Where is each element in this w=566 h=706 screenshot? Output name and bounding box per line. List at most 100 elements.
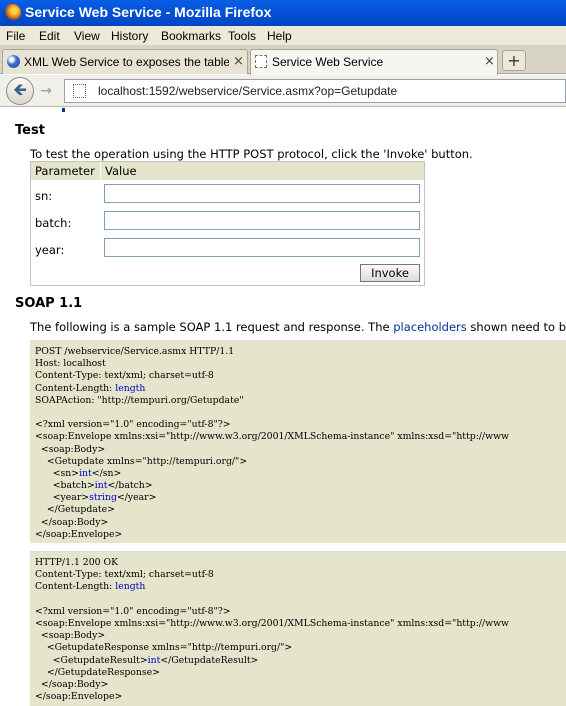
new-tab-button[interactable]: +: [502, 50, 526, 71]
code-text: <soap:Envelope xmlns:xsi="http://www.w3.…: [35, 431, 509, 443]
url-bar[interactable]: localhost:1592/webservice/Service.asmx?o…: [64, 79, 566, 103]
code-line: </soap:Envelope>: [35, 529, 566, 541]
scrolled-link-fragment: [62, 108, 65, 112]
code-text: </soap:Envelope>: [35, 528, 123, 540]
close-tab-icon[interactable]: ×: [233, 54, 244, 69]
code-line: </soap:Body>: [35, 679, 566, 691]
code-text: Content-Length:: [35, 382, 116, 394]
code-line: <GetupdateResult>int</GetupdateResult>: [35, 655, 566, 667]
code-text: </sn>: [91, 467, 122, 479]
soap-intro-text-end: shown need to be: [466, 320, 566, 334]
window-title: Service Web Service - Mozilla Firefox: [25, 4, 272, 20]
globe-icon: [7, 55, 20, 68]
code-text: Host: localhost: [35, 358, 106, 370]
code-line: POST /webservice/Service.asmx HTTP/1.1: [35, 346, 566, 358]
year-input[interactable]: [104, 238, 420, 257]
menu-tools[interactable]: Tools: [228, 29, 256, 43]
code-line: Content-Length: length: [35, 383, 566, 395]
test-intro: To test the operation using the HTTP POS…: [30, 147, 473, 161]
header-separator: [100, 162, 101, 180]
menu-file[interactable]: File: [6, 29, 25, 43]
code-text: <GetupdateResult>: [35, 654, 148, 666]
code-text: <batch>: [35, 480, 95, 492]
code-text: <soap:Envelope xmlns:xsi="http://www.w3.…: [35, 617, 509, 629]
code-text: </year>: [116, 492, 157, 504]
code-text: </batch>: [107, 480, 153, 492]
code-text: Content-Type: text/xml; charset=utf-8: [35, 569, 214, 581]
invoke-button[interactable]: Invoke: [360, 264, 420, 282]
param-batch-label: batch:: [35, 216, 72, 230]
forward-button[interactable]: →: [36, 82, 56, 100]
code-text: </soap:Envelope>: [35, 691, 123, 703]
code-line: </Getupdate>: [35, 504, 566, 516]
code-text: <year>: [35, 492, 90, 504]
code-text: Content-Length:: [35, 581, 116, 593]
close-tab-icon[interactable]: ×: [484, 54, 495, 69]
code-line: Content-Type: text/xml; charset=utf-8: [35, 370, 566, 382]
tab-service-web-service[interactable]: Service Web Service ×: [250, 49, 498, 75]
code-line: </GetupdateResponse>: [35, 667, 566, 679]
code-line: <year>string</year>: [35, 492, 566, 504]
code-line: <soap:Body>: [35, 444, 566, 456]
code-text: </GetupdateResponse>: [35, 666, 160, 678]
code-line: </soap:Body>: [35, 517, 566, 529]
tab-xml-web-service[interactable]: XML Web Service to exposes the table fr.…: [2, 49, 248, 74]
code-line: <GetupdateResponse xmlns="http://tempuri…: [35, 642, 566, 654]
sn-input[interactable]: [104, 184, 420, 203]
code-text: <soap:Body>: [35, 630, 106, 642]
code-text: Content-Type: text/xml; charset=utf-8: [35, 370, 214, 382]
placeholders-link[interactable]: placeholders: [393, 320, 467, 334]
menu-history[interactable]: History: [111, 29, 148, 43]
code-text: <GetupdateResponse xmlns="http://tempuri…: [35, 642, 293, 654]
menu-view[interactable]: View: [74, 29, 100, 43]
firefox-logo-icon: [4, 4, 21, 21]
page-content: Test To test the operation using the HTT…: [0, 108, 566, 706]
code-line: <soap:Envelope xmlns:xsi="http://www.w3.…: [35, 431, 566, 443]
code-line: <batch>int</batch>: [35, 480, 566, 492]
batch-input[interactable]: [104, 211, 420, 230]
code-placeholder: int: [79, 467, 92, 479]
code-placeholder: length: [115, 382, 146, 394]
url-text: localhost:1592/webservice/Service.asmx?o…: [98, 84, 398, 98]
test-form-header: Parameter Value: [31, 162, 424, 180]
tab-label: Service Web Service: [272, 55, 384, 69]
page-identity-icon[interactable]: [73, 84, 86, 98]
menu-help[interactable]: Help: [267, 29, 292, 43]
code-text: POST /webservice/Service.asmx HTTP/1.1: [35, 346, 235, 357]
code-line: </soap:Envelope>: [35, 691, 566, 703]
soap-intro-text: The following is a sample SOAP 1.1 reque…: [30, 320, 394, 334]
menu-bar: File Edit View History Bookmarks Tools H…: [0, 26, 566, 46]
code-line: <?xml version="1.0" encoding="utf-8"?>: [35, 606, 566, 618]
code-placeholder: string: [89, 492, 117, 504]
test-form: Parameter Value sn: batch: year: Invoke: [30, 161, 425, 286]
code-text: </soap:Body>: [35, 678, 109, 690]
code-text: HTTP/1.1 200 OK: [35, 557, 119, 568]
code-line: HTTP/1.1 200 OK: [35, 557, 566, 569]
code-text: SOAPAction: "http://tempuri.org/Getupdat…: [35, 394, 244, 406]
menu-bookmarks[interactable]: Bookmarks: [161, 29, 221, 43]
blank-page-icon: [255, 55, 267, 68]
test-heading: Test: [15, 123, 45, 138]
soap-heading: SOAP 1.1: [15, 296, 83, 311]
code-placeholder: length: [115, 581, 146, 593]
code-line: SOAPAction: "http://tempuri.org/Getupdat…: [35, 395, 566, 407]
title-bar: Service Web Service - Mozilla Firefox: [0, 0, 566, 26]
code-text: <?xml version="1.0" encoding="utf-8"?>: [35, 605, 231, 617]
code-text: <sn>: [35, 467, 80, 479]
code-placeholder: int: [94, 480, 108, 492]
menu-edit[interactable]: Edit: [39, 29, 60, 43]
code-text: <soap:Body>: [35, 443, 106, 455]
code-text: </Getupdate>: [35, 504, 115, 516]
tab-bar: XML Web Service to exposes the table fr.…: [0, 46, 566, 75]
value-column-header: Value: [105, 164, 137, 178]
code-placeholder: int: [147, 654, 161, 666]
code-text: <?xml version="1.0" encoding="utf-8"?>: [35, 419, 231, 431]
param-sn-label: sn:: [35, 189, 53, 203]
code-line: Content-Type: text/xml; charset=utf-8: [35, 569, 566, 581]
back-button[interactable]: 🡸: [6, 77, 34, 105]
code-line: <Getupdate xmlns="http://tempuri.org/">: [35, 456, 566, 468]
soap-response-sample: HTTP/1.1 200 OK Content-Type: text/xml; c…: [30, 551, 566, 706]
code-line: Content-Length: length: [35, 581, 566, 593]
code-line: <soap:Envelope xmlns:xsi="http://www.w3.…: [35, 618, 566, 630]
